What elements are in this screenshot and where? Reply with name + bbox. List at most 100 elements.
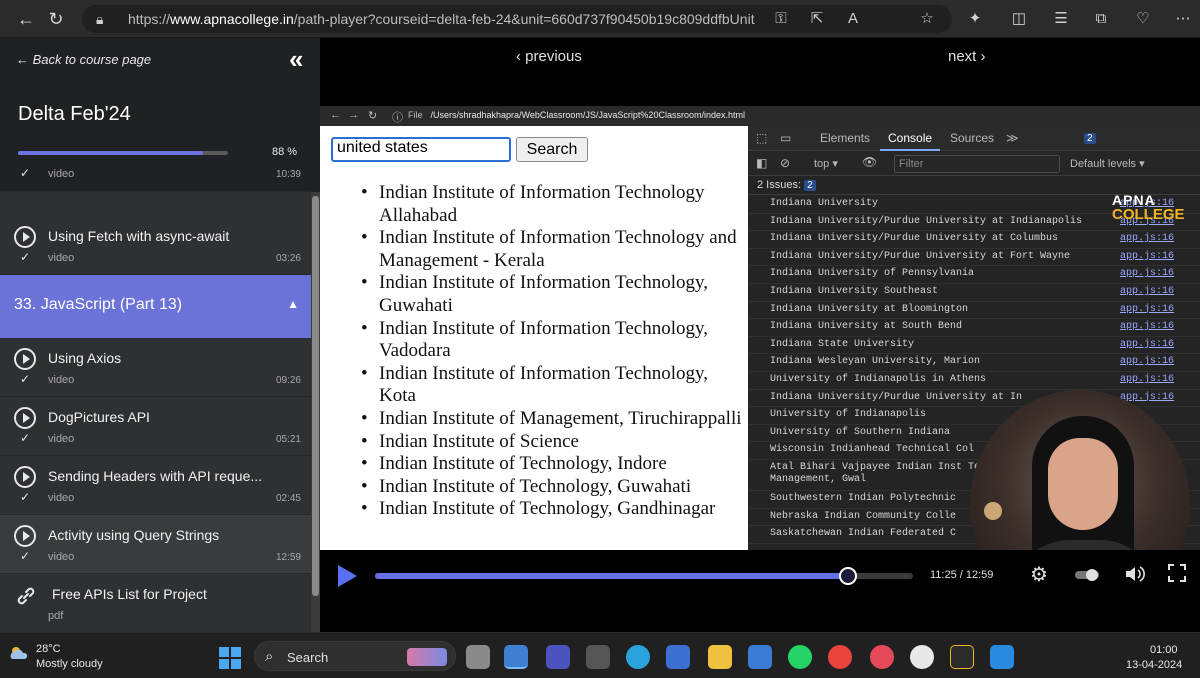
- console-source-link: app.js:16: [1119, 303, 1174, 315]
- university-list: Indian Institute of Information Technolo…: [356, 182, 746, 521]
- file-explorer-icon[interactable]: [708, 645, 732, 669]
- github-icon[interactable]: [910, 645, 934, 669]
- console-line: Indiana University of Pennsylvania app.js…: [748, 266, 1200, 284]
- device-toggle-icon: ▭: [780, 131, 792, 145]
- section-header[interactable]: 33. JavaScript (Part 13) ▲: [0, 275, 311, 338]
- collections-icon[interactable]: ⧉: [1092, 10, 1110, 28]
- lesson-duration: 03:26: [275, 253, 301, 264]
- completed-check-icon: ✓: [20, 372, 31, 386]
- video-frame[interactable]: ← → ↻ ⓘ File/Users/shradhakhapra/WebClas…: [320, 106, 1200, 550]
- weather-cloud-icon[interactable]: [8, 645, 30, 661]
- video-player: ‹ previous next › ← → ↻ ⓘ File/Users/shr…: [320, 38, 1200, 632]
- volume-icon[interactable]: [1124, 564, 1146, 589]
- apna-college-app-icon[interactable]: [950, 645, 974, 669]
- chrome-icon[interactable]: [828, 645, 852, 669]
- console-line-text: Indiana University at South Bend: [770, 321, 963, 333]
- start-button[interactable]: [219, 647, 241, 669]
- taskbar-search[interactable]: ⌕ Search: [254, 641, 456, 671]
- course-progress-percent: 88 %: [272, 146, 298, 158]
- university-item: Indian Institute of Technology, Gandhina…: [356, 498, 746, 521]
- lesson-item[interactable]: ✓ DogPictures API video 05:21: [0, 397, 311, 456]
- next-button[interactable]: next ›: [948, 48, 986, 65]
- url-text[interactable]: https://www.apnacollege.in/path-player?c…: [128, 11, 755, 27]
- seek-handle[interactable]: [839, 567, 858, 585]
- console-source-link: app.js:16: [1119, 233, 1174, 245]
- lesson-item[interactable]: ✓ Using Fetch with async-await video 03:…: [0, 216, 311, 275]
- completed-check-icon: ✓: [20, 166, 31, 180]
- lesson-duration: 09:26: [275, 375, 301, 386]
- collapse-sidebar-button[interactable]: «: [289, 46, 303, 72]
- course-title: Delta Feb'24: [18, 103, 131, 125]
- console-source-link: app.js:16: [1119, 268, 1174, 280]
- app-icon-cube[interactable]: [586, 645, 610, 669]
- reload-icon[interactable]: ↻: [46, 9, 66, 29]
- clock-date[interactable]: 13-04-2024: [1126, 659, 1182, 671]
- read-aloud-icon[interactable]: A: [844, 10, 862, 28]
- speed-toggle-icon[interactable]: [1074, 565, 1100, 587]
- fullscreen-icon[interactable]: [1168, 564, 1186, 587]
- previous-button[interactable]: ‹ previous: [516, 48, 582, 65]
- telegram-icon[interactable]: [626, 645, 650, 669]
- windows-taskbar: 28°C Mostly cloudy ⌕ Search 01:00 13-04-…: [0, 632, 1200, 678]
- course-progress-fill: [18, 151, 203, 155]
- weather-description[interactable]: Mostly cloudy: [36, 658, 103, 670]
- lesson-item[interactable]: Free APIs List for Project pdf: [0, 574, 311, 633]
- lesson-item-current[interactable]: ✓ Activity using Query Strings video 12:…: [0, 515, 311, 574]
- settings-gear-icon[interactable]: ⚙: [1030, 564, 1048, 586]
- devtools-tabs: ⬚ ▭ Elements Console Sources ≫ 2: [748, 126, 1200, 151]
- whatsapp-icon[interactable]: [788, 645, 812, 669]
- recorded-webpage: united states Search Indian Institute of…: [320, 126, 748, 550]
- link-icon: [14, 584, 38, 608]
- extensions-icon[interactable]: ✦: [966, 10, 984, 28]
- university-item: Indian Institute of Science: [356, 431, 746, 454]
- completed-check-icon: ✓: [20, 250, 31, 264]
- scrollbar-thumb[interactable]: [312, 196, 319, 596]
- console-line-text: Indiana University Southeast: [770, 285, 939, 297]
- recorded-browser-bar: ← → ↻ ⓘ File/Users/shradhakhapra/WebClas…: [320, 106, 1200, 126]
- console-line-text: University of Indianapolis: [770, 409, 927, 421]
- play-icon[interactable]: [338, 565, 357, 587]
- app-icon-red[interactable]: [870, 645, 894, 669]
- performance-icon[interactable]: ♡: [1134, 10, 1152, 28]
- devtools-more-tabs: ≫: [1006, 131, 1019, 145]
- lesson-item[interactable]: ✓ Sending Headers with API reque... vide…: [0, 456, 311, 515]
- teams-icon[interactable]: [546, 645, 570, 669]
- university-item: Indian Institute of Information Technolo…: [356, 182, 746, 227]
- console-line-text: Indiana University/Purdue University at …: [770, 233, 1059, 245]
- split-screen-icon[interactable]: ◫: [1010, 10, 1028, 28]
- clock-time[interactable]: 01:00: [1150, 644, 1178, 656]
- completed-check-icon: ✓: [20, 549, 31, 563]
- recorded-back-icon: ←: [330, 109, 341, 121]
- console-line-text: Indiana University/Purdue University at …: [770, 215, 1083, 227]
- open-external-icon[interactable]: ⇱: [808, 10, 826, 28]
- back-to-course-link[interactable]: ← Back to course page: [16, 52, 151, 67]
- store-icon[interactable]: [666, 645, 690, 669]
- sidebar-scrollbar[interactable]: [311, 192, 320, 632]
- task-view-icon[interactable]: [466, 645, 490, 669]
- console-line: Indiana Wesleyan University, Marion app.j…: [748, 354, 1200, 372]
- seek-bar[interactable]: [375, 567, 913, 585]
- play-circle-icon: [14, 525, 36, 547]
- lesson-duration: 02:45: [275, 493, 301, 504]
- console-source-link: app.js:16: [1119, 250, 1174, 262]
- university-item: Indian Institute of Information Technolo…: [356, 318, 746, 363]
- lesson-item[interactable]: ✓ video 10:39: [0, 162, 311, 192]
- favorites-icon[interactable]: ☰: [1052, 10, 1070, 28]
- apna-college-logo: APNA COLLEGE: [1112, 192, 1185, 223]
- completed-check-icon: ✓: [20, 490, 31, 504]
- console-source-link: app.js:16: [1119, 285, 1174, 297]
- lesson-item[interactable]: ✓ Using Axios video 09:26: [0, 338, 311, 397]
- favorite-star-icon[interactable]: ☆: [918, 10, 936, 28]
- console-line-text: Indiana University/Purdue University at …: [770, 250, 1071, 262]
- more-menu-icon[interactable]: ⋯: [1174, 10, 1192, 28]
- play-circle-icon: [14, 407, 36, 429]
- weather-temperature[interactable]: 28°C: [36, 643, 61, 655]
- vscode-icon[interactable]: [990, 645, 1014, 669]
- back-arrow-icon[interactable]: ←: [16, 9, 36, 29]
- app-icon-blue[interactable]: [748, 645, 772, 669]
- edge-browser-icon[interactable]: [504, 645, 528, 669]
- key-icon[interactable]: ⚿: [772, 10, 790, 28]
- recorded-info-icon: ⓘ: [392, 112, 403, 124]
- browser-toolbar: ← ↻ 🔒︎ https://www.apnacollege.in/path-p…: [0, 0, 1200, 38]
- seek-bar-progress: [375, 573, 849, 579]
